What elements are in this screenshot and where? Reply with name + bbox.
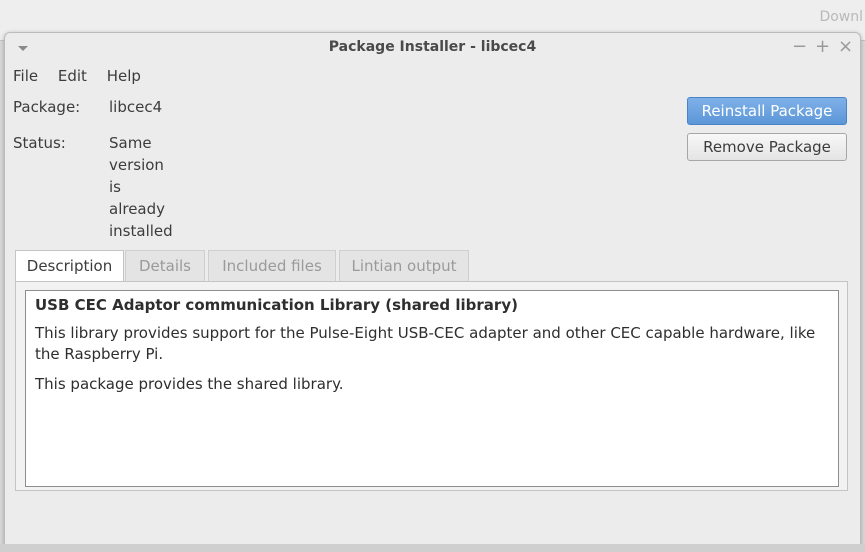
- tab-description[interactable]: Description: [15, 250, 124, 282]
- description-paragraph: This library provides support for the Pu…: [35, 324, 816, 363]
- window-title: Package Installer - libcec4: [328, 39, 537, 55]
- maximize-icon[interactable]: +: [815, 37, 830, 57]
- minimize-icon[interactable]: −: [792, 37, 807, 57]
- menu-bar: File Edit Help: [13, 67, 156, 89]
- tab-content-frame: USB CEC Adaptor communication Library (s…: [15, 281, 848, 491]
- package-label: Package:: [13, 98, 81, 116]
- status-value: Same version is already installed: [109, 134, 173, 240]
- package-installer-window: Package Installer - libcec4 − + × File E…: [4, 32, 861, 546]
- menu-edit[interactable]: Edit: [58, 67, 87, 85]
- tab-lintian-output[interactable]: Lintian output: [339, 250, 469, 281]
- remove-package-button[interactable]: Remove Package: [687, 133, 847, 161]
- menu-file[interactable]: File: [13, 67, 38, 85]
- menu-help[interactable]: Help: [107, 67, 141, 85]
- status-label: Status:: [13, 134, 66, 152]
- tab-details[interactable]: Details: [125, 250, 205, 281]
- description-text-area[interactable]: USB CEC Adaptor communication Library (s…: [25, 290, 839, 487]
- taskbar-strip: [0, 544, 865, 552]
- title-bar[interactable]: Package Installer - libcec4 − + ×: [5, 33, 860, 63]
- tab-included-files[interactable]: Included files: [208, 250, 336, 281]
- package-name: libcec4: [109, 98, 163, 116]
- background-window-title: Downl: [819, 9, 863, 25]
- close-icon[interactable]: ×: [838, 37, 853, 57]
- description-title: USB CEC Adaptor communication Library (s…: [35, 296, 518, 314]
- description-paragraph: This package provides the shared library…: [35, 375, 344, 393]
- reinstall-package-button[interactable]: Reinstall Package: [687, 97, 847, 125]
